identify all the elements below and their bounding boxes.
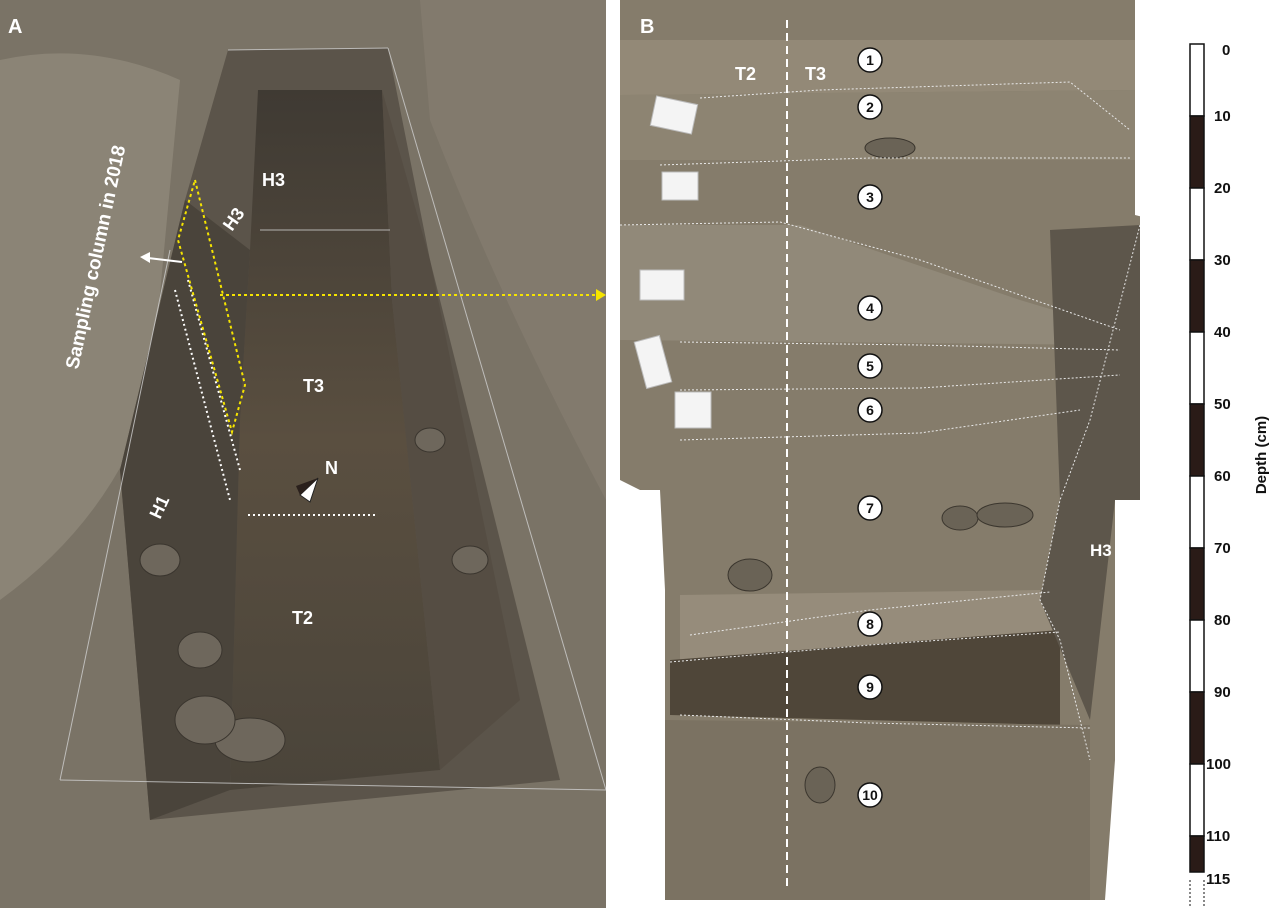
layer-marker: 1 — [857, 47, 883, 73]
t2-label: T2 — [292, 608, 313, 628]
svg-text:3: 3 — [866, 189, 874, 205]
depth-scale: 0 10 20 30 40 50 60 70 80 90 100 110 115… — [1150, 0, 1280, 908]
profile-t3-label: T3 — [805, 64, 826, 84]
svg-text:5: 5 — [866, 358, 874, 374]
tick-label: 10 — [1214, 108, 1231, 125]
svg-text:1: 1 — [866, 52, 874, 68]
layer-marker: 9 — [857, 674, 883, 700]
layer-marker: 6 — [857, 397, 883, 423]
profile-t2-label: T2 — [735, 64, 756, 84]
tick-label: 110 — [1206, 828, 1230, 845]
panel-a-label: A — [8, 16, 23, 38]
tick-label: 40 — [1214, 324, 1231, 341]
layer-marker: 2 — [857, 94, 883, 120]
tick-label: 30 — [1214, 252, 1231, 269]
tick-label: 20 — [1214, 180, 1231, 197]
panel-b-label: B — [640, 16, 655, 38]
photo-panel-b: T2 T3 H3 1 2 3 4 5 6 7 8 9 10 B — [620, 0, 1140, 908]
layer-marker: 8 — [857, 611, 883, 637]
svg-text:7: 7 — [866, 500, 874, 516]
tick-label: 70 — [1214, 540, 1231, 557]
t3-label: T3 — [303, 376, 324, 396]
svg-text:4: 4 — [866, 300, 874, 316]
layer-marker: 10 — [857, 782, 883, 808]
svg-text:6: 6 — [866, 402, 874, 418]
tick-label: 60 — [1214, 468, 1231, 485]
tick-label: 80 — [1214, 612, 1231, 629]
tick-label: 115 — [1206, 871, 1230, 888]
north-label: N — [325, 458, 338, 478]
svg-text:8: 8 — [866, 616, 874, 632]
depth-axis-label: Depth (cm) — [1253, 416, 1270, 494]
svg-text:9: 9 — [866, 679, 874, 695]
profile-photo: T2 T3 H3 1 2 3 4 5 6 7 8 9 10 — [620, 0, 1140, 900]
layer-marker: 5 — [857, 353, 883, 379]
profile-h3-label: H3 — [1090, 541, 1112, 560]
tick-label: 0 — [1222, 42, 1230, 59]
h3-top-label: H3 — [262, 170, 285, 190]
layer-marker: 4 — [857, 295, 883, 321]
layer-marker: 7 — [857, 495, 883, 521]
tick-label: 50 — [1214, 396, 1231, 413]
photo-panel-a: Sampling column in 2018 H3 H3 T3 N H1 T2… — [0, 0, 606, 908]
tick-label: 100 — [1206, 756, 1231, 773]
layer-marker: 3 — [857, 184, 883, 210]
svg-text:2: 2 — [866, 99, 874, 115]
scale-bar: 0 10 20 30 40 50 60 70 80 90 100 110 115… — [1189, 42, 1270, 908]
tick-label: 90 — [1214, 684, 1231, 701]
svg-text:10: 10 — [862, 787, 878, 803]
trench-photo: Sampling column in 2018 H3 H3 T3 N H1 T2 — [0, 0, 606, 908]
